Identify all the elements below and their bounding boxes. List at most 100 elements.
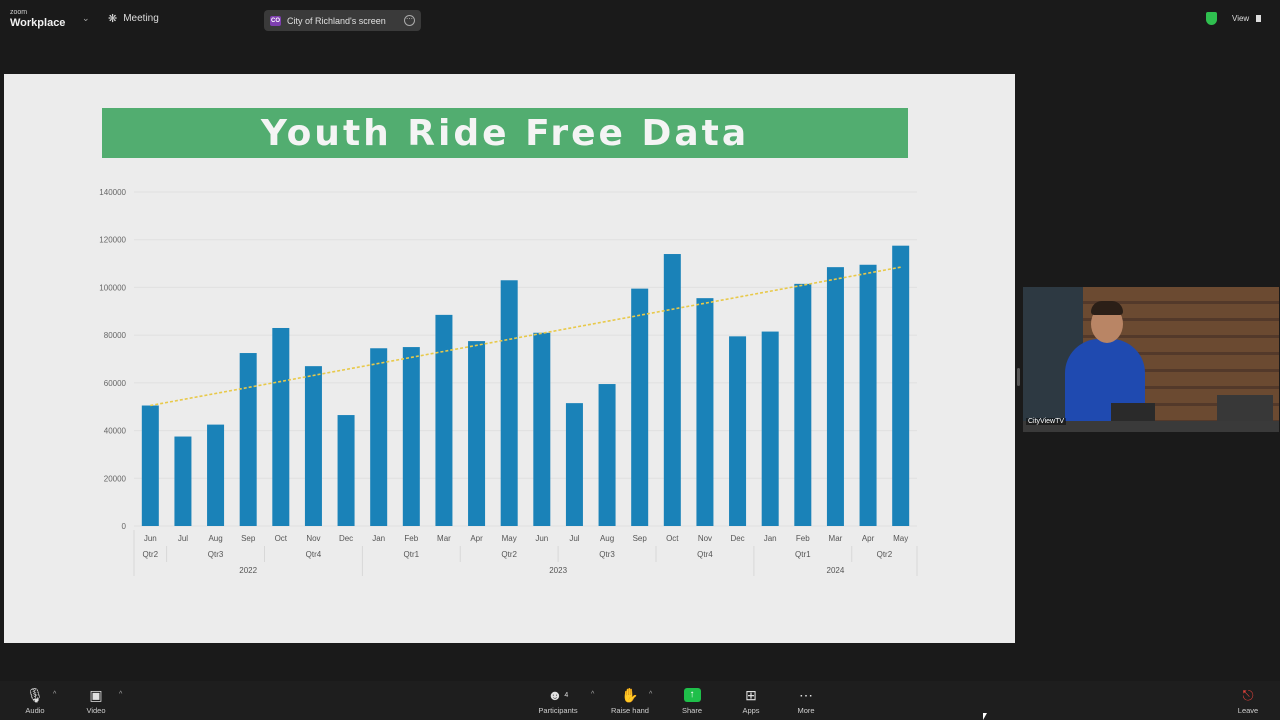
x-tick-label: Sep bbox=[241, 534, 256, 543]
x-tick-label: Jul bbox=[178, 534, 188, 543]
x-tick-label: Jan bbox=[372, 534, 385, 543]
view-layout-icon[interactable] bbox=[1256, 15, 1261, 22]
video-button[interactable]: ▣ Video bbox=[66, 685, 126, 716]
bar bbox=[500, 280, 518, 526]
x-tick-label: Aug bbox=[208, 534, 222, 543]
x-tick-label: Nov bbox=[698, 534, 712, 543]
bar bbox=[565, 403, 583, 526]
screen-share-label: City of Richland's screen bbox=[287, 15, 386, 26]
bar bbox=[272, 327, 290, 526]
reactions-options-caret-icon[interactable]: ^ bbox=[649, 691, 652, 698]
x-tick-label: May bbox=[893, 534, 908, 543]
bar bbox=[533, 332, 551, 526]
microphone-icon: 🎙 bbox=[26, 686, 44, 703]
more-label: More bbox=[797, 706, 815, 715]
x-tick-label: Dec bbox=[339, 534, 353, 543]
brand-name-label: Workplace bbox=[10, 17, 66, 29]
bar bbox=[337, 415, 355, 526]
bar-chart: 0 20000 40000 60000 80000 100000 120000 140000 J… bbox=[99, 188, 918, 576]
chevron-down-icon[interactable]: ⌄ bbox=[82, 13, 90, 24]
bar bbox=[729, 336, 747, 526]
x-tick-label: May bbox=[502, 534, 517, 543]
bar bbox=[239, 353, 257, 526]
bar bbox=[859, 264, 877, 526]
bar bbox=[435, 314, 453, 526]
more-icon: ⋯ bbox=[799, 686, 813, 703]
video-options-caret-icon[interactable]: ^ bbox=[119, 691, 122, 698]
app-brand[interactable]: zoom Workplace bbox=[10, 8, 66, 29]
y-tick-label: 100000 bbox=[99, 283, 126, 292]
bar bbox=[826, 267, 844, 526]
x-tick-label: Oct bbox=[275, 534, 288, 543]
quarter-label: Qtr4 bbox=[697, 550, 713, 559]
participants-icon: ☻ bbox=[547, 687, 563, 703]
quarter-label: Qtr1 bbox=[404, 550, 420, 559]
participant-name: CityViewTV bbox=[1026, 418, 1067, 425]
quarter-label: Qtr2 bbox=[501, 550, 517, 559]
y-tick-label: 120000 bbox=[99, 236, 126, 245]
bar bbox=[402, 347, 420, 526]
x-tick-label: Apr bbox=[862, 534, 875, 543]
meeting-label: Meeting bbox=[123, 13, 159, 24]
screen-share-indicator[interactable]: CO City of Richland's screen ⋯ bbox=[264, 10, 421, 31]
meeting-menu[interactable]: ❋ Meeting bbox=[108, 12, 159, 25]
x-tick-label: Mar bbox=[437, 534, 451, 543]
panel-resize-handle[interactable] bbox=[1017, 368, 1020, 386]
audio-button[interactable]: 🎙 Audio bbox=[5, 685, 65, 716]
bar bbox=[468, 341, 486, 526]
raise-hand-button[interactable]: ✋ Raise hand bbox=[600, 685, 660, 716]
participants-icon-group: ☻ 4 bbox=[548, 685, 569, 705]
x-tick-label: Sep bbox=[633, 534, 648, 543]
camera-icon: ▣ bbox=[89, 686, 103, 703]
participants-label: Participants bbox=[538, 706, 578, 715]
apps-button[interactable]: ⊞ Apps bbox=[721, 685, 781, 716]
share-label: Share bbox=[681, 706, 702, 715]
bar bbox=[304, 366, 322, 526]
bar bbox=[696, 298, 714, 526]
y-tick-label: 40000 bbox=[104, 427, 127, 436]
year-label: 2024 bbox=[827, 566, 845, 575]
participants-button[interactable]: ☻ 4 Participants bbox=[528, 685, 588, 715]
sharer-avatar: CO bbox=[270, 15, 281, 26]
speaker-hair bbox=[1091, 301, 1123, 315]
mouse-cursor-icon bbox=[983, 713, 987, 720]
x-tick-label: Feb bbox=[796, 534, 810, 543]
share-icon-wrap: ↑ bbox=[683, 685, 701, 705]
bar bbox=[141, 405, 159, 526]
bar bbox=[794, 283, 812, 526]
leave-button[interactable]: ⎋ Leave bbox=[1218, 685, 1278, 716]
more-button[interactable]: ⋯ More bbox=[776, 685, 836, 716]
participants-count: 4 bbox=[564, 691, 569, 699]
view-button[interactable]: View bbox=[1232, 14, 1249, 23]
y-tick-label: 60000 bbox=[104, 379, 127, 388]
apps-icon: ⊞ bbox=[745, 686, 757, 703]
shield-icon[interactable] bbox=[1206, 12, 1217, 25]
audio-label: Audio bbox=[25, 706, 45, 715]
x-tick-label: Nov bbox=[306, 534, 320, 543]
x-tick-label: Jul bbox=[569, 534, 579, 543]
raise-hand-label: Raise hand bbox=[611, 706, 649, 715]
options-icon[interactable]: ⋯ bbox=[404, 15, 415, 26]
video-label: Video bbox=[86, 706, 106, 715]
y-tick-label: 80000 bbox=[104, 331, 127, 340]
x-tick-label: Dec bbox=[730, 534, 744, 543]
bar bbox=[598, 384, 616, 526]
x-tick-label: Mar bbox=[829, 534, 843, 543]
hand-icon: ✋ bbox=[621, 686, 639, 703]
audio-options-caret-icon[interactable]: ^ bbox=[53, 691, 56, 698]
quarter-label: Qtr2 bbox=[877, 550, 893, 559]
x-tick-label: Jun bbox=[144, 534, 157, 543]
bar bbox=[370, 348, 388, 526]
x-tick-label: Feb bbox=[404, 534, 418, 543]
leave-icon: ⎋ bbox=[1242, 686, 1254, 703]
quarter-label: Qtr3 bbox=[599, 550, 615, 559]
x-tick-label: Oct bbox=[666, 534, 679, 543]
quarter-label: Qtr3 bbox=[208, 550, 224, 559]
bar bbox=[207, 424, 225, 526]
y-tick-label: 20000 bbox=[104, 474, 127, 483]
y-tick-label: 140000 bbox=[99, 188, 126, 197]
speaker-video-tile[interactable]: CityViewTV bbox=[1023, 287, 1279, 432]
paw-icon: ❋ bbox=[108, 13, 118, 25]
participants-options-caret-icon[interactable]: ^ bbox=[591, 691, 594, 698]
share-button[interactable]: ↑ Share bbox=[662, 685, 722, 715]
